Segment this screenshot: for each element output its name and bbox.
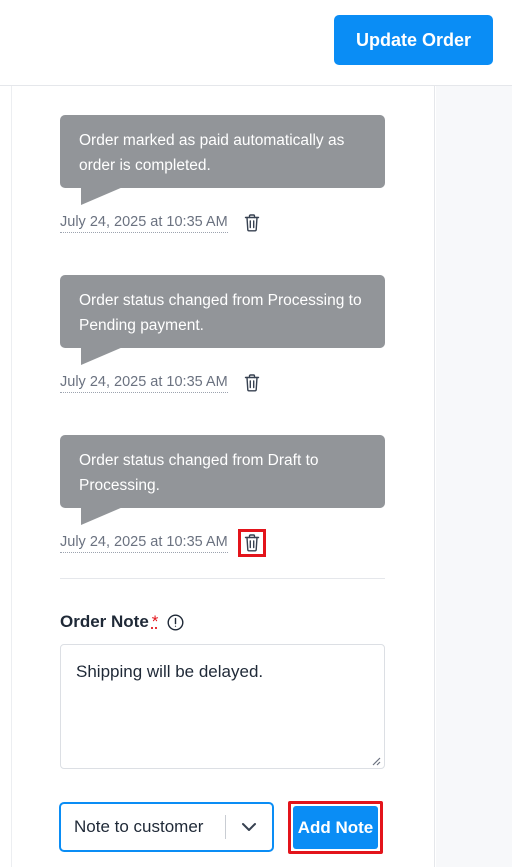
order-note-label-text: Order Note (60, 612, 149, 631)
trash-icon[interactable] (237, 529, 266, 557)
note-meta: July 24, 2025 at 10:35 AM (60, 211, 266, 235)
note-text: Order status changed from Draft to Proce… (79, 452, 319, 494)
right-gutter (436, 86, 512, 867)
note-date: July 24, 2025 at 10:35 AM (60, 533, 228, 553)
left-gutter (0, 86, 11, 867)
resize-grip-icon[interactable] (371, 756, 381, 766)
note-date: July 24, 2025 at 10:35 AM (60, 373, 228, 393)
trash-icon[interactable] (238, 369, 266, 397)
note-bubble: Order status changed from Draft to Proce… (60, 435, 385, 525)
note-text: Order status changed from Processing to … (79, 292, 362, 334)
note-type-select[interactable]: Note to customer (59, 802, 274, 852)
note-meta: July 24, 2025 at 10:35 AM (60, 529, 266, 557)
info-icon[interactable] (167, 613, 184, 631)
order-note-item: Order status changed from Processing to … (60, 275, 385, 393)
trash-icon[interactable] (238, 209, 266, 237)
order-note-item: Order marked as paid automatically as or… (60, 115, 385, 233)
note-text: Order marked as paid automatically as or… (79, 132, 345, 174)
order-note-label: Order Note * (60, 612, 184, 632)
order-note-textarea[interactable] (60, 644, 385, 769)
note-type-selected: Note to customer (74, 817, 204, 836)
order-note-item: Order status changed from Draft to Proce… (60, 435, 385, 557)
chevron-down-icon[interactable] (226, 804, 272, 850)
note-bubble: Order marked as paid automatically as or… (60, 115, 385, 205)
note-date: July 24, 2025 at 10:35 AM (60, 213, 228, 233)
top-bar: Update Order (0, 0, 512, 86)
required-marker: * (151, 612, 159, 631)
add-note-button[interactable]: Add Note (293, 806, 378, 849)
note-bubble: Order status changed from Processing to … (60, 275, 385, 365)
update-order-button[interactable]: Update Order (334, 15, 493, 65)
section-divider (60, 578, 385, 579)
note-meta: July 24, 2025 at 10:35 AM (60, 371, 266, 395)
